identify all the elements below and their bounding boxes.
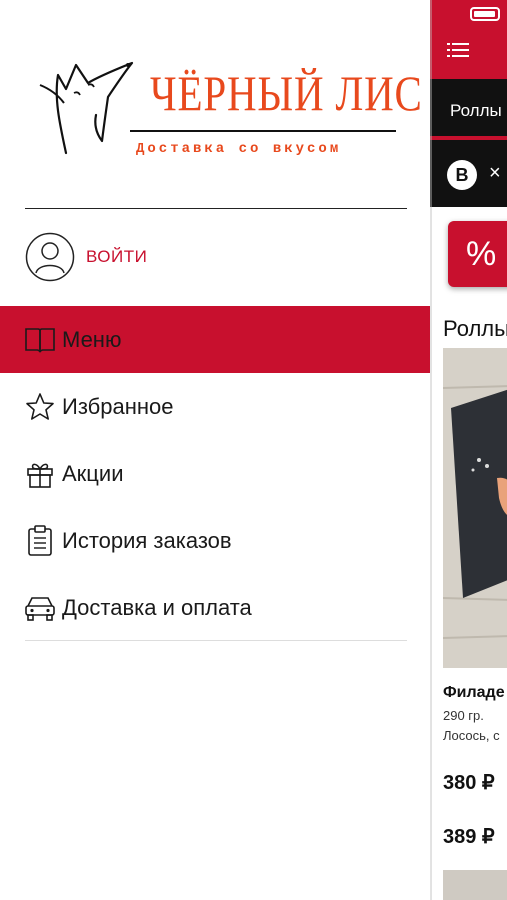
brand-underline xyxy=(130,130,396,132)
menu-item-label: Доставка и оплата xyxy=(62,594,252,620)
fox-logo-icon xyxy=(39,61,134,155)
hamburger-menu-icon[interactable] xyxy=(447,42,469,58)
clipboard-icon xyxy=(24,524,56,557)
car-icon xyxy=(24,592,56,624)
product-name: Филаде xyxy=(443,684,505,701)
menu-item-label: Меню xyxy=(62,326,122,352)
drawer-menu: Меню Избранное Акции История заказов Дос… xyxy=(0,306,430,641)
discount-button[interactable]: % xyxy=(448,221,507,287)
product-description: Лосось, с xyxy=(443,728,500,743)
brand-name: ЧЁРНЫЙ ЛИС xyxy=(150,65,423,121)
login-label: ВОЙТИ xyxy=(86,247,148,266)
menu-item-menu[interactable]: Меню xyxy=(0,306,430,373)
next-product-image[interactable] xyxy=(443,870,507,900)
menu-item-favorites[interactable]: Избранное xyxy=(0,373,430,440)
header-divider xyxy=(25,208,407,209)
menu-item-label: История заказов xyxy=(62,527,232,553)
login-button[interactable]: ВОЙТИ xyxy=(25,232,147,282)
promo-badge: B xyxy=(447,160,477,190)
user-avatar-icon xyxy=(25,232,75,282)
promo-banner: B × xyxy=(430,140,507,207)
top-app-bar xyxy=(430,0,507,79)
product-price[interactable]: 380 ₽ xyxy=(443,770,495,795)
gift-icon xyxy=(24,458,56,490)
product-weight: 290 гр. xyxy=(443,708,484,723)
book-icon xyxy=(24,324,56,356)
battery-icon xyxy=(470,7,500,21)
menu-screen: Роллы B × % Роллы Филаде 290 гр. Лосось,… xyxy=(430,0,507,900)
menu-item-order-history[interactable]: История заказов xyxy=(0,507,430,574)
menu-divider xyxy=(25,640,407,641)
star-icon xyxy=(24,391,56,423)
section-title: Роллы xyxy=(443,316,507,341)
navigation-drawer: ЧЁРНЫЙ ЛИС Доставка со вкусом ВОЙТИ Меню xyxy=(0,0,430,900)
product-price-alt[interactable]: 389 ₽ xyxy=(443,824,495,849)
category-tab-bar: Роллы xyxy=(430,79,507,140)
menu-item-promotions[interactable]: Акции xyxy=(0,440,430,507)
menu-item-label: Избранное xyxy=(62,393,174,419)
promo-close-button[interactable]: × xyxy=(489,162,501,185)
product-photo xyxy=(443,348,507,668)
menu-item-delivery-payment[interactable]: Доставка и оплата xyxy=(0,574,430,641)
product-image[interactable] xyxy=(443,348,507,668)
tab-rolls[interactable]: Роллы xyxy=(450,101,502,121)
menu-item-label: Акции xyxy=(62,460,124,486)
brand-tagline: Доставка со вкусом xyxy=(136,141,342,157)
